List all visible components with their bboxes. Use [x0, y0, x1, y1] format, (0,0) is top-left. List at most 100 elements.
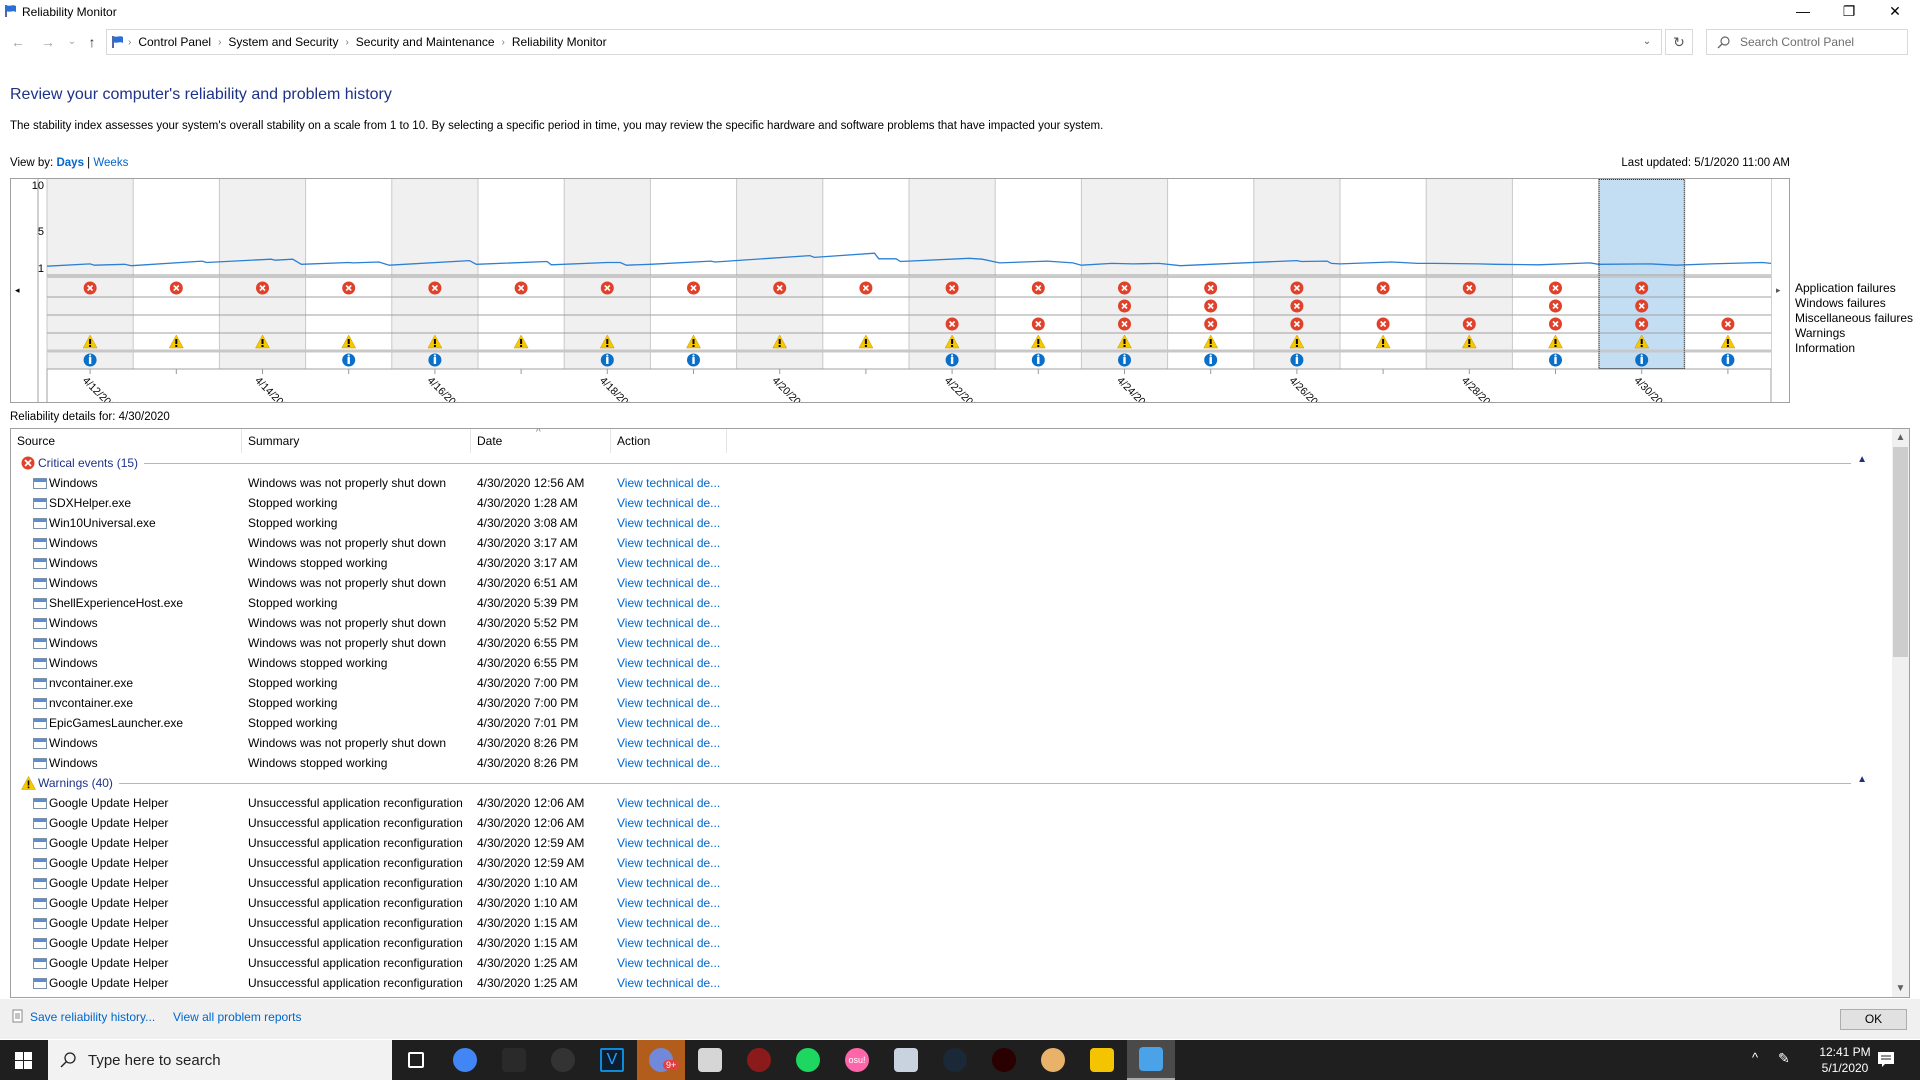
table-row[interactable]: Windows Windows stopped working 4/30/2020 … [11, 753, 1891, 773]
table-row[interactable]: Google Update Helper Unsuccessful applica… [11, 793, 1891, 813]
table-row[interactable]: nvcontainer.exe Stopped working 4/30/2020 … [11, 693, 1891, 713]
taskbar-task-view-button[interactable] [392, 1040, 440, 1080]
view-technical-details-link[interactable]: View technical de... [617, 736, 720, 750]
view-technical-details-link[interactable]: View technical de... [617, 676, 720, 690]
table-row[interactable]: EpicGamesLauncher.exe Stopped working 4/30… [11, 713, 1891, 733]
scroll-right-arrow[interactable]: ▸ [1776, 285, 1781, 295]
table-row[interactable]: Windows Windows was not properly shut dow… [11, 533, 1891, 553]
stability-chart[interactable]: ◂ ▸ 10 5 1 4/12/2020 4/14/2020 4/16/2020 4/18/20… [10, 178, 1790, 416]
table-row[interactable]: Google Update Helper Unsuccessful applica… [11, 893, 1891, 913]
view-weeks-link[interactable]: Weeks [93, 157, 128, 169]
table-row[interactable]: Windows Windows stopped working 4/30/2020 … [11, 653, 1891, 673]
view-technical-details-link[interactable]: View technical de... [617, 856, 720, 870]
table-row[interactable]: Google Update Helper Unsuccessful applica… [11, 953, 1891, 973]
address-bar[interactable]: › Control Panel › System and Security › … [106, 29, 1662, 55]
group-label[interactable]: Warnings (40) [38, 776, 119, 790]
view-technical-details-link[interactable]: View technical de... [617, 596, 720, 610]
column-header-summary[interactable]: Summary [242, 429, 471, 453]
stability-chart-svg[interactable]: ◂ ▸ 10 5 1 4/12/2020 4/14/2020 4/16/2020 4/18/20… [11, 179, 1789, 416]
view-technical-details-link[interactable]: View technical de... [617, 696, 720, 710]
taskbar-vegas-button[interactable]: V [588, 1040, 636, 1080]
breadcrumb-security-and-maintenance[interactable]: Security and Maintenance [352, 35, 499, 49]
view-technical-details-link[interactable]: View technical de... [617, 816, 720, 830]
view-technical-details-link[interactable]: View technical de... [617, 796, 720, 810]
taskbar-app-blue-orb-button[interactable] [882, 1040, 930, 1080]
column-header-date[interactable]: Date ^ [471, 429, 611, 453]
view-technical-details-link[interactable]: View technical de... [617, 656, 720, 670]
taskbar-clock[interactable]: 12:41 PM 5/1/2020 [1810, 1044, 1880, 1076]
scroll-up-button[interactable]: ▲ [1892, 429, 1909, 446]
event-group-header[interactable]: Critical events (15) ▲ [11, 453, 1891, 473]
save-reliability-history-link[interactable]: Save reliability history... [30, 1010, 155, 1024]
search-box[interactable] [1706, 29, 1908, 55]
table-row[interactable]: Windows Windows stopped working 4/30/2020 … [11, 553, 1891, 573]
taskbar-landscape-app-button[interactable] [1029, 1040, 1077, 1080]
scrollbar-thumb[interactable] [1893, 447, 1908, 657]
view-technical-details-link[interactable]: View technical de... [617, 756, 720, 770]
collapse-chevron-icon[interactable]: ▲ [1857, 454, 1867, 465]
taskbar-target-app-button[interactable] [735, 1040, 783, 1080]
up-button[interactable]: ↑ [82, 32, 102, 52]
view-technical-details-link[interactable]: View technical de... [617, 836, 720, 850]
minimize-button[interactable]: — [1780, 0, 1826, 24]
taskbar-spotify-button[interactable] [784, 1040, 832, 1080]
refresh-button[interactable]: ↻ [1665, 29, 1693, 55]
table-row[interactable]: Google Update Helper Unsuccessful applica… [11, 873, 1891, 893]
table-row[interactable]: SDXHelper.exe Stopped working 4/30/2020 1:… [11, 493, 1891, 513]
pen-tray-icon[interactable]: ✎ [1778, 1050, 1790, 1067]
taskbar-discord-button[interactable]: 9+ [637, 1040, 685, 1080]
view-technical-details-link[interactable]: View technical de... [617, 476, 720, 490]
taskbar-steam-button[interactable] [931, 1040, 979, 1080]
table-row[interactable]: Google Update Helper Unsuccessful applica… [11, 813, 1891, 833]
maximize-button[interactable]: ❐ [1826, 0, 1872, 24]
view-technical-details-link[interactable]: View technical de... [617, 496, 720, 510]
view-days-link[interactable]: Days [56, 157, 84, 169]
back-button[interactable]: ← [8, 32, 28, 52]
breadcrumb-system-and-security[interactable]: System and Security [224, 35, 342, 49]
close-button[interactable]: ✕ [1872, 0, 1918, 24]
scroll-left-arrow[interactable]: ◂ [15, 285, 20, 295]
search-input[interactable] [1740, 35, 1890, 49]
taskbar-reliability-monitor-button[interactable] [1127, 1040, 1175, 1080]
breadcrumb-reliability-monitor[interactable]: Reliability Monitor [508, 35, 611, 49]
view-technical-details-link[interactable]: View technical de... [617, 876, 720, 890]
group-label[interactable]: Critical events (15) [38, 456, 145, 470]
taskbar-chrome-button[interactable] [441, 1040, 489, 1080]
start-button[interactable] [0, 1040, 48, 1080]
view-technical-details-link[interactable]: View technical de... [617, 716, 720, 730]
taskbar-ld-player-button[interactable] [1078, 1040, 1126, 1080]
table-row[interactable]: Windows Windows was not properly shut dow… [11, 633, 1891, 653]
view-technical-details-link[interactable]: View technical de... [617, 936, 720, 950]
breadcrumb-control-panel[interactable]: Control Panel [134, 35, 215, 49]
table-row[interactable]: Windows Windows was not properly shut dow… [11, 573, 1891, 593]
view-technical-details-link[interactable]: View technical de... [617, 636, 720, 650]
taskbar-speed-app-button[interactable] [980, 1040, 1028, 1080]
taskbar-roblox-button[interactable] [686, 1040, 734, 1080]
view-technical-details-link[interactable]: View technical de... [617, 516, 720, 530]
table-row[interactable]: Google Update Helper Unsuccessful applica… [11, 933, 1891, 953]
collapse-chevron-icon[interactable]: ▲ [1857, 774, 1867, 785]
taskbar-mouse-app-button[interactable] [539, 1040, 587, 1080]
view-technical-details-link[interactable]: View technical de... [617, 616, 720, 630]
view-technical-details-link[interactable]: View technical de... [617, 896, 720, 910]
column-header-source[interactable]: Source [11, 429, 242, 453]
view-all-problem-reports-link[interactable]: View all problem reports [173, 1010, 302, 1024]
view-technical-details-link[interactable]: View technical de... [617, 576, 720, 590]
action-center-notification-icon[interactable] [1877, 1051, 1895, 1069]
view-technical-details-link[interactable]: View technical de... [617, 536, 720, 550]
table-row[interactable]: Windows Windows was not properly shut dow… [11, 733, 1891, 753]
forward-button[interactable]: → [38, 32, 58, 52]
scroll-down-button[interactable]: ▼ [1892, 980, 1909, 997]
view-technical-details-link[interactable]: View technical de... [617, 976, 720, 990]
taskbar-epic-games-button[interactable] [490, 1040, 538, 1080]
view-technical-details-link[interactable]: View technical de... [617, 956, 720, 970]
view-technical-details-link[interactable]: View technical de... [617, 916, 720, 930]
taskbar-osu-button[interactable]: osu! [833, 1040, 881, 1080]
table-row[interactable]: Win10Universal.exe Stopped working 4/30/20… [11, 513, 1891, 533]
table-row[interactable]: nvcontainer.exe Stopped working 4/30/2020 … [11, 673, 1891, 693]
vertical-scrollbar[interactable]: ▲ ▼ [1892, 429, 1909, 997]
table-row[interactable]: Google Update Helper Unsuccessful applica… [11, 973, 1891, 993]
event-group-header[interactable]: Warnings (40) ▲ [11, 773, 1891, 793]
table-row[interactable]: Google Update Helper Unsuccessful applica… [11, 913, 1891, 933]
ok-button[interactable]: OK [1840, 1009, 1907, 1030]
